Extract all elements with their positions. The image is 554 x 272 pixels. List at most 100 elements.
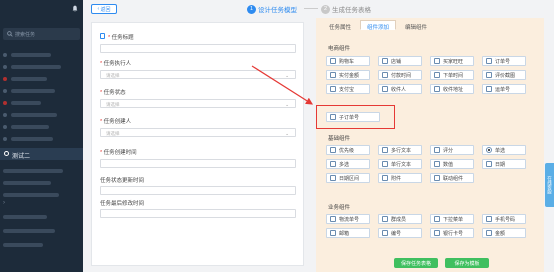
- step-divider: [304, 8, 318, 9]
- component-icon: [382, 230, 388, 236]
- component-chip[interactable]: 手机号码: [482, 214, 526, 224]
- sidebar-item[interactable]: [3, 62, 61, 71]
- component-icon: [486, 230, 492, 236]
- component-chip[interactable]: 日期: [482, 159, 526, 169]
- sidebar-item[interactable]: [3, 134, 53, 143]
- component-icon: [330, 216, 336, 222]
- component-chip[interactable]: 评价截图: [482, 70, 526, 80]
- component-chip[interactable]: 付款时间: [378, 70, 422, 80]
- component-icon: [382, 147, 388, 153]
- sidebar-item-active[interactable]: 测试二: [0, 148, 83, 160]
- component-chip[interactable]: 附件: [378, 173, 422, 183]
- component-chip[interactable]: 日期区间: [326, 173, 370, 183]
- sidebar-item[interactable]: [3, 178, 51, 187]
- component-label: 物流单号: [339, 216, 360, 223]
- step-number: 1: [247, 4, 256, 14]
- component-chip[interactable]: 群成员: [378, 214, 422, 224]
- component-icon: [330, 175, 336, 181]
- component-chip[interactable]: 支付宝: [326, 84, 370, 94]
- component-icon: [330, 147, 336, 153]
- component-label: 下拉菜单: [443, 216, 464, 223]
- component-chip[interactable]: 优先级: [326, 145, 370, 155]
- component-chip[interactable]: 实付金额: [326, 70, 370, 80]
- task-created-time-label: * 任务创建时间: [100, 150, 137, 156]
- task-status-change-time-label: 任务状态更新时间: [100, 178, 145, 184]
- step-generate-table[interactable]: 2 生成任务表格: [321, 4, 371, 14]
- component-label: 买家旺旺: [443, 58, 464, 65]
- component-chip[interactable]: 运单号: [482, 84, 526, 94]
- sidebar-item[interactable]: [3, 86, 55, 95]
- sidebar-item[interactable]: [3, 98, 41, 107]
- sidebar-item[interactable]: [3, 122, 49, 131]
- component-icon: [486, 161, 492, 167]
- component-chip[interactable]: 邮箱: [326, 228, 370, 238]
- sidebar-search-input[interactable]: 搜索任务: [3, 28, 80, 40]
- component-chip[interactable]: 金额: [482, 228, 526, 238]
- component-chip[interactable]: 单选: [482, 145, 526, 155]
- task-title-input[interactable]: [100, 44, 296, 53]
- component-chip[interactable]: 订单号: [482, 56, 526, 66]
- edit-icon: [100, 33, 105, 39]
- component-chip[interactable]: 多选: [326, 159, 370, 169]
- save-task-table-button[interactable]: 保存任务表格: [394, 258, 438, 268]
- task-form-panel: * 任务标题 * 任务执行人 请选择 ⌄ * 任务状态 请选择 ⌄ * 任务创建…: [91, 22, 304, 266]
- sidebar-item[interactable]: [3, 226, 55, 235]
- tab-edit-component[interactable]: 编辑组件: [398, 20, 434, 31]
- component-label: 多行文本: [391, 147, 412, 154]
- sidebar-item[interactable]: [3, 212, 47, 221]
- sidebar-item[interactable]: [3, 190, 59, 199]
- tab-task-properties[interactable]: 任务属性: [322, 20, 358, 31]
- component-label: 收件人: [391, 86, 407, 93]
- component-chip[interactable]: 店铺: [378, 56, 422, 66]
- save-as-template-button[interactable]: 保存为模板: [445, 258, 489, 268]
- component-chip[interactable]: 收件地址: [430, 84, 474, 94]
- step-label: 生成任务表格: [332, 7, 371, 14]
- component-label: 购物车: [339, 58, 355, 65]
- component-chip[interactable]: 银行卡号: [430, 228, 474, 238]
- component-chip[interactable]: 购物车: [326, 56, 370, 66]
- sidebar-header: [0, 0, 83, 22]
- component-label: 评分: [443, 147, 454, 154]
- component-label: 收件地址: [443, 86, 464, 93]
- component-icon: [486, 86, 492, 92]
- component-chip[interactable]: 物流单号: [326, 214, 370, 224]
- task-status-change-time-input[interactable]: [100, 186, 296, 195]
- task-last-modified-input[interactable]: [100, 209, 296, 218]
- component-chip[interactable]: 多行文本: [378, 145, 422, 155]
- component-chip[interactable]: 收件人: [378, 84, 422, 94]
- sidebar-item[interactable]: [3, 166, 63, 175]
- component-chip[interactable]: 单行文本: [378, 159, 422, 169]
- component-chip[interactable]: 下单时间: [430, 70, 474, 80]
- chevron-down-icon: ⌄: [285, 131, 289, 136]
- task-creator-label: * 任务创建人: [100, 119, 132, 125]
- sidebar-item[interactable]: [3, 110, 57, 119]
- component-icon: [434, 161, 440, 167]
- task-created-time-input[interactable]: [100, 159, 296, 168]
- sidebar-item[interactable]: [3, 240, 43, 249]
- component-chip[interactable]: 买家旺旺: [430, 56, 474, 66]
- sidebar-item[interactable]: [3, 50, 51, 59]
- component-chip[interactable]: 联动组件: [430, 173, 474, 183]
- component-label: 下单时间: [443, 72, 464, 79]
- component-label: 付款时间: [391, 72, 412, 79]
- component-chip[interactable]: 评分: [430, 145, 474, 155]
- component-chip[interactable]: 下拉菜单: [430, 214, 474, 224]
- component-icon: [486, 58, 492, 64]
- sidebar-item[interactable]: [3, 74, 47, 83]
- online-service-tab[interactable]: 在线客服: [545, 163, 554, 207]
- search-placeholder: 搜索任务: [15, 32, 36, 38]
- component-icon: [434, 230, 440, 236]
- chevron-right-icon[interactable]: ›: [3, 200, 5, 206]
- component-icon: [434, 72, 440, 78]
- back-button[interactable]: ‹ 返回: [91, 4, 117, 14]
- tab-add-component[interactable]: 组件添加: [360, 20, 397, 31]
- bell-icon[interactable]: [72, 5, 78, 12]
- component-label: 优先级: [339, 147, 355, 154]
- component-chip[interactable]: 编号: [378, 228, 422, 238]
- step-design-model[interactable]: 1 设计任务模型: [247, 4, 297, 14]
- component-label: 邮箱: [339, 230, 350, 237]
- component-icon: [330, 58, 336, 64]
- task-creator-select[interactable]: 请选择 ⌄: [100, 128, 296, 137]
- component-icon: [382, 216, 388, 222]
- component-chip[interactable]: 数值: [430, 159, 474, 169]
